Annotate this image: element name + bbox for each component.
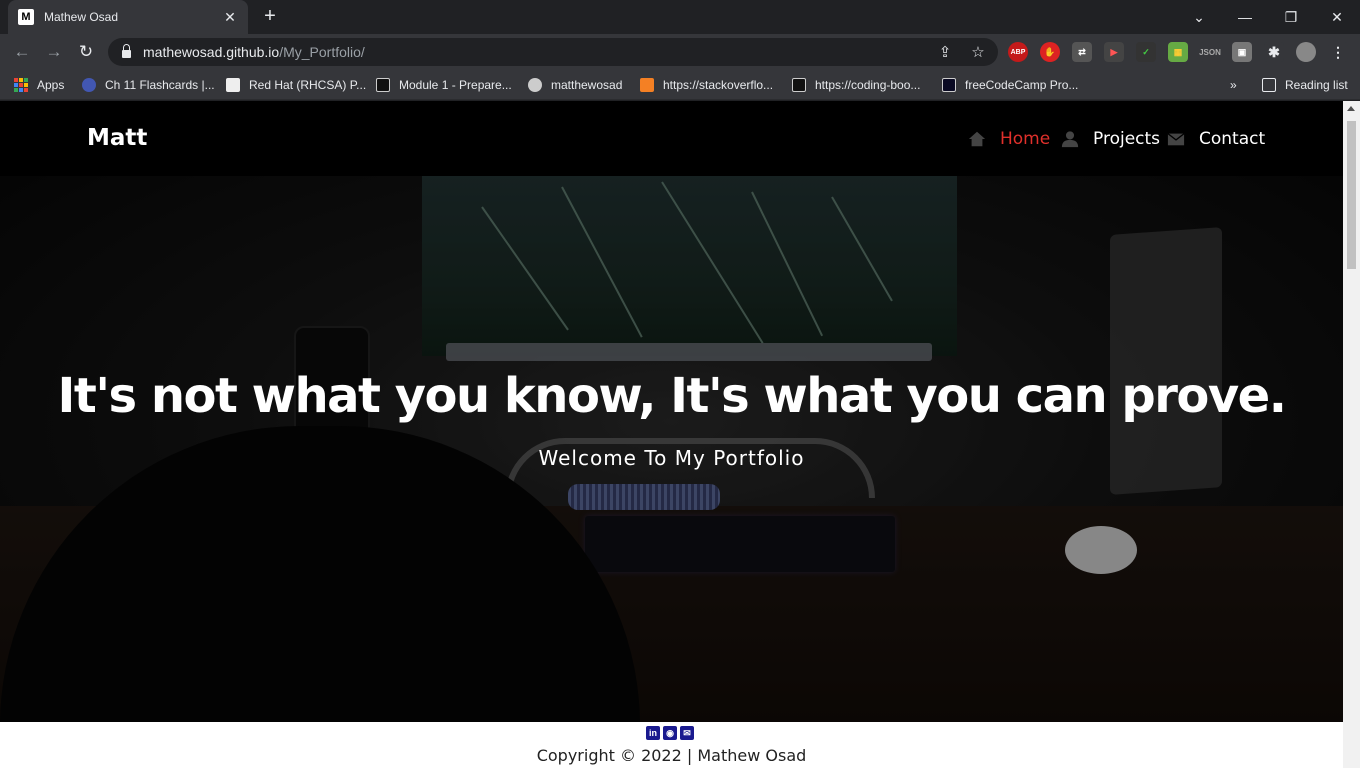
bookmark-quizlet[interactable]: Ch 11 Flashcards |... — [82, 76, 215, 94]
new-tab-button[interactable]: + — [258, 5, 282, 29]
bookmark-freecodecamp[interactable]: freeCodeCamp Pro... — [942, 76, 1078, 94]
adblocker-hand-icon[interactable]: ✋ — [1040, 42, 1060, 62]
js-badge-icon[interactable]: ▣ — [1232, 42, 1252, 62]
nav-home-label: Home — [1000, 129, 1051, 149]
github-icon — [528, 78, 542, 92]
bookmark-coding-boot[interactable]: https://coding-boo... — [792, 76, 920, 94]
profile-avatar[interactable] — [1296, 42, 1316, 62]
reading-list-button[interactable]: Reading list — [1262, 76, 1348, 94]
browser-toolbar: ← → ↻ mathewosad.github.io/My_Portfolio/… — [0, 34, 1360, 70]
site-navbar: Matt Home Projects Contact — [0, 101, 1343, 176]
reload-icon[interactable]: ↻ — [74, 40, 98, 64]
minimize-button[interactable]: — — [1222, 0, 1268, 34]
bookmark-label: https://stackoverflo... — [663, 78, 774, 92]
bookmark-label: Apps — [37, 78, 65, 92]
kebab-menu-icon[interactable]: ⋮ — [1328, 42, 1348, 62]
translate-icon[interactable]: ⇄ — [1072, 42, 1092, 62]
quizlet-icon — [82, 78, 96, 92]
video-ext-icon[interactable]: ▶ — [1104, 42, 1124, 62]
url-path: /My_Portfolio/ — [279, 44, 365, 60]
bookmarks-bar: Apps Ch 11 Flashcards |... Red Hat (RHCS… — [0, 70, 1360, 100]
bookmark-star-icon[interactable]: ☆ — [969, 43, 987, 61]
site-favicon-icon: M — [18, 9, 34, 25]
share-icon[interactable]: ⇪ — [936, 43, 954, 61]
page-viewport: Matt Home Projects Contact It's not what… — [0, 101, 1343, 768]
bookmark-redhat[interactable]: Red Hat (RHCSA) P... — [226, 76, 366, 94]
social-links: in ◉ ✉ — [646, 726, 694, 740]
linkedin-icon[interactable]: in — [646, 726, 660, 740]
back-arrow-icon[interactable]: ← — [10, 40, 34, 64]
page-icon — [226, 78, 240, 92]
book-icon — [792, 78, 806, 92]
bookmark-apps[interactable]: Apps — [14, 76, 64, 94]
lock-icon — [122, 44, 131, 58]
stackoverflow-icon — [640, 78, 654, 92]
page-scrollbar[interactable] — [1343, 101, 1360, 768]
scroll-up-arrow-icon[interactable] — [1347, 106, 1355, 111]
site-brand[interactable]: Matt — [87, 125, 147, 151]
github-icon[interactable]: ◉ — [663, 726, 677, 740]
bookmark-label: Red Hat (RHCSA) P... — [249, 78, 367, 92]
home-icon — [968, 131, 986, 147]
scroll-thumb[interactable] — [1347, 121, 1356, 269]
reading-list-icon — [1262, 78, 1276, 92]
bookmarks-overflow-icon[interactable]: » — [1230, 76, 1237, 94]
envelope-icon — [1167, 133, 1185, 146]
copyright-text: Copyright © 2022 | Mathew Osad — [536, 746, 807, 765]
bookmark-label: freeCodeCamp Pro... — [965, 78, 1079, 92]
nav-contact[interactable]: Contact — [1167, 129, 1265, 149]
colorpicker-icon[interactable]: ✓ — [1136, 42, 1156, 62]
forward-arrow-icon[interactable]: → — [42, 40, 66, 64]
bookmark-label: Ch 11 Flashcards |... — [105, 78, 215, 92]
hero-subheadline: Welcome To My Portfolio — [538, 446, 805, 470]
bookmark-label: Module 1 - Prepare... — [399, 78, 512, 92]
adblock-plus-icon[interactable]: ABP — [1008, 42, 1028, 62]
tab-search-button[interactable]: ⌄ — [1176, 0, 1222, 34]
tab-strip: M Mathew Osad ✕ + ⌄ — ❐ ✕ — [0, 0, 1360, 34]
nav-contact-label: Contact — [1199, 129, 1266, 149]
bookmark-label: matthewosad — [551, 78, 623, 92]
bookmark-label: https://coding-boo... — [815, 78, 921, 92]
apps-grid-icon — [14, 78, 28, 92]
url-host: mathewosad.github.io — [143, 44, 280, 60]
user-icon — [1061, 131, 1079, 148]
reading-list-label: Reading list — [1285, 78, 1348, 92]
close-tab-icon[interactable]: ✕ — [222, 9, 238, 26]
hero-section: It's not what you know, It's what you ca… — [0, 176, 1343, 722]
email-icon[interactable]: ✉ — [680, 726, 694, 740]
restore-button[interactable]: ❐ — [1268, 0, 1314, 34]
bookmark-module1[interactable]: Module 1 - Prepare... — [376, 76, 512, 94]
book-icon — [376, 78, 390, 92]
close-window-button[interactable]: ✕ — [1314, 0, 1360, 34]
freecodecamp-icon — [942, 78, 956, 92]
extensions-puzzle-icon[interactable]: ✱ — [1264, 42, 1284, 62]
hero-headline: It's not what you know, It's what you ca… — [57, 368, 1287, 424]
nav-home[interactable]: Home — [968, 129, 1050, 149]
site-footer: in ◉ ✉ Copyright © 2022 | Mathew Osad — [0, 722, 1343, 768]
bookmark-github[interactable]: matthewosad — [528, 76, 622, 94]
palette-icon[interactable]: ▦ — [1168, 42, 1188, 62]
address-bar[interactable]: mathewosad.github.io/My_Portfolio/ ⇪ ☆ — [108, 38, 998, 66]
nav-projects-label: Projects — [1093, 129, 1161, 149]
bookmark-stackoverflow[interactable]: https://stackoverflo... — [640, 76, 773, 94]
tab-title: Mathew Osad — [44, 10, 119, 24]
json-viewer-icon[interactable]: JSON — [1199, 42, 1221, 62]
nav-projects[interactable]: Projects — [1061, 129, 1160, 149]
browser-tab[interactable]: M Mathew Osad ✕ — [8, 0, 248, 34]
